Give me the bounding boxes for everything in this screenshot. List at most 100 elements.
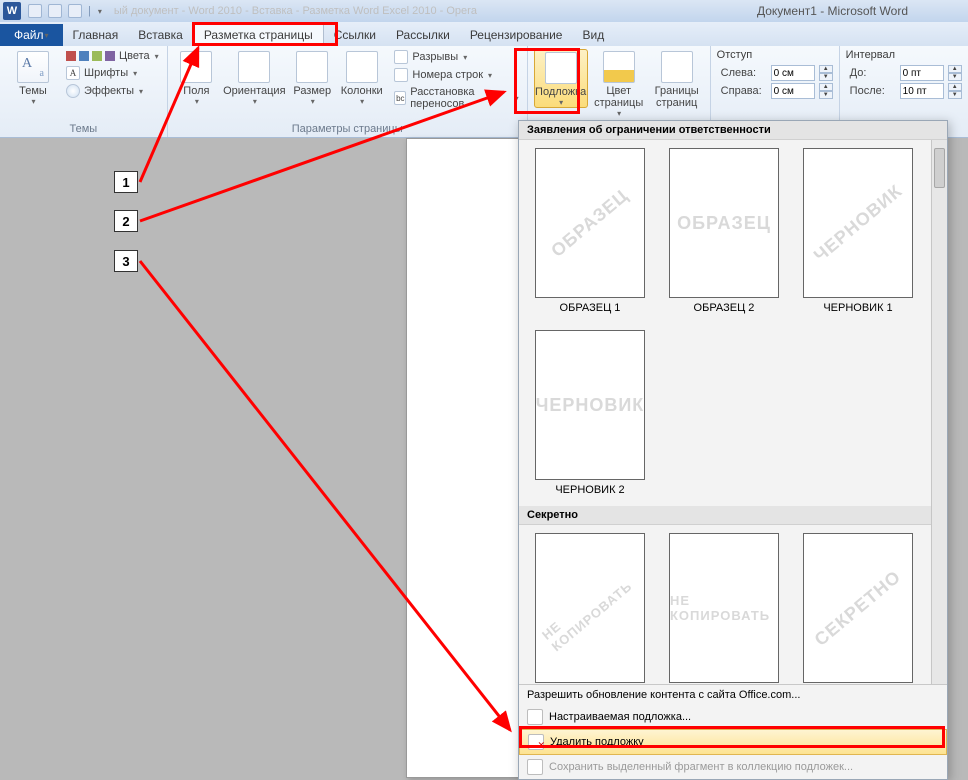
effects-label: Эффекты bbox=[84, 85, 134, 97]
spacing-before-label: До: bbox=[850, 67, 896, 79]
scrollbar-thumb[interactable] bbox=[934, 148, 945, 188]
footer-save-selection: Сохранить выделенный фрагмент в коллекци… bbox=[519, 755, 947, 779]
page-color-icon bbox=[603, 51, 635, 83]
columns-icon bbox=[346, 51, 378, 83]
save-selection-icon bbox=[527, 759, 543, 775]
columns-label: Колонки bbox=[341, 85, 383, 97]
wm-preview: ЧЕРНОВИК bbox=[810, 180, 907, 266]
group-page-setup: Поля▾ Ориентация▾ Размер▾ Колонки▾ Разры… bbox=[168, 46, 528, 137]
spacing-after-spinner[interactable]: ▲▼ bbox=[948, 83, 962, 99]
spacing-before-spinner[interactable]: ▲▼ bbox=[948, 65, 962, 81]
watermark-draft1[interactable]: ЧЕРНОВИК ЧЕРНОВИК 1 bbox=[799, 148, 917, 314]
page-borders-button[interactable]: Границы страниц bbox=[650, 49, 704, 109]
watermark-nocopy2[interactable]: НЕ КОПИРОВАТЬ НЕ КОПИРОВАТЬ 2 bbox=[665, 533, 783, 684]
redo-icon[interactable] bbox=[68, 4, 82, 18]
theme-effects-button[interactable]: Эффекты▾ bbox=[64, 83, 161, 99]
breaks-button[interactable]: Разрывы▾ bbox=[392, 49, 520, 65]
tab-file[interactable]: Файл ▾ bbox=[0, 24, 63, 46]
tab-references[interactable]: Ссылки bbox=[324, 24, 386, 46]
indent-left-spinner[interactable]: ▲▼ bbox=[819, 65, 833, 81]
indent-right-spinner[interactable]: ▲▼ bbox=[819, 83, 833, 99]
tab-mailings[interactable]: Рассылки bbox=[386, 24, 460, 46]
annotation-1: 1 bbox=[114, 171, 138, 193]
footer-save-label: Сохранить выделенный фрагмент в коллекци… bbox=[549, 761, 853, 773]
footer-custom-watermark[interactable]: Настраиваемая подложка... bbox=[519, 705, 947, 729]
chevron-down-icon: ▾ bbox=[45, 31, 49, 40]
title-bar: W | ▾ ый документ - Word 2010 - Вставка … bbox=[0, 0, 968, 22]
theme-colors-button[interactable]: Цвета▾ bbox=[64, 49, 161, 63]
group-themes-title: Темы bbox=[6, 123, 161, 135]
orientation-button[interactable]: Ориентация▾ bbox=[223, 49, 285, 106]
page-borders-icon bbox=[661, 51, 693, 83]
breaks-icon bbox=[394, 50, 408, 64]
watermark-draft2[interactable]: ЧЕРНОВИК ЧЕРНОВИК 2 bbox=[531, 330, 649, 496]
annotation-2: 2 bbox=[114, 210, 138, 232]
themes-button[interactable]: A a Темы ▾ bbox=[6, 49, 60, 106]
word-icon: W bbox=[3, 2, 21, 20]
wm-preview: СЕКРЕТНО bbox=[811, 566, 906, 650]
footer-remove-watermark[interactable]: ✕Удалить подложку bbox=[519, 729, 947, 755]
gallery-section-secret: Секретно bbox=[519, 506, 947, 525]
spacing-after-input[interactable] bbox=[900, 83, 944, 99]
thumb-label: ЧЕРНОВИК 2 bbox=[555, 484, 624, 496]
indent-left-input[interactable] bbox=[771, 65, 815, 81]
gallery-scroll: ОБРАЗЕЦ ОБРАЗЕЦ 1 ОБРАЗЕЦ ОБРАЗЕЦ 2 ЧЕРН… bbox=[519, 140, 947, 684]
wm-preview: ОБРАЗЕЦ bbox=[547, 185, 632, 261]
theme-fonts-button[interactable]: A Шрифты▾ bbox=[64, 65, 161, 81]
chevron-down-icon: ▾ bbox=[31, 97, 35, 106]
colors-label: Цвета bbox=[119, 50, 150, 62]
thumb-label: ОБРАЗЕЦ 1 bbox=[560, 302, 621, 314]
tab-view[interactable]: Вид bbox=[572, 24, 614, 46]
watermark-button[interactable]: Подложка▾ bbox=[534, 49, 588, 108]
watermark-nocopy1[interactable]: НЕ КОПИРОВАТЬ НЕ КОПИРОВАТЬ 1 bbox=[531, 533, 649, 684]
watermark-gallery: Заявления об ограничении ответственности… bbox=[518, 120, 948, 780]
wm-preview: НЕ КОПИРОВАТЬ bbox=[670, 593, 778, 623]
watermark-sample1[interactable]: ОБРАЗЕЦ ОБРАЗЕЦ 1 bbox=[531, 148, 649, 314]
tab-insert[interactable]: Вставка bbox=[128, 24, 193, 46]
tab-file-label: Файл bbox=[14, 28, 44, 42]
background-window-title: ый документ - Word 2010 - Вставка - Разм… bbox=[114, 5, 477, 17]
tab-page-layout[interactable]: Разметка страницы bbox=[193, 23, 324, 46]
wm-preview: НЕ КОПИРОВАТЬ bbox=[539, 562, 641, 654]
watermark-secret1[interactable]: СЕКРЕТНО СЕКРЕТНО 1 bbox=[799, 533, 917, 684]
group-page-setup-title: Параметры страницы bbox=[174, 123, 521, 135]
spacing-header: Интервал bbox=[846, 49, 962, 63]
fonts-label: Шрифты bbox=[84, 67, 128, 79]
page-color-button[interactable]: Цвет страницы▾ bbox=[592, 49, 646, 118]
quick-access-toolbar: | ▾ bbox=[28, 4, 102, 18]
undo-icon[interactable] bbox=[48, 4, 62, 18]
colors-icon bbox=[66, 51, 115, 61]
tab-review[interactable]: Рецензирование bbox=[460, 24, 573, 46]
indent-right-input[interactable] bbox=[771, 83, 815, 99]
gallery-scrollbar[interactable] bbox=[931, 140, 947, 684]
ribbon-tabs: Файл ▾ Главная Вставка Разметка страницы… bbox=[0, 22, 968, 46]
qat-separator: | bbox=[88, 5, 91, 17]
indent-left-label: Слева: bbox=[721, 67, 767, 79]
footer-update-label: Разрешить обновление контента с сайта Of… bbox=[527, 689, 800, 701]
page-color-label: Цвет страницы bbox=[592, 85, 646, 109]
line-numbers-button[interactable]: Номера строк▾ bbox=[392, 67, 520, 83]
spacing-after-label: После: bbox=[850, 85, 896, 97]
columns-button[interactable]: Колонки▾ bbox=[339, 49, 384, 106]
gallery-footer: Разрешить обновление контента с сайта Of… bbox=[519, 684, 947, 779]
hyphenation-button[interactable]: bcРасстановка переносов▾ bbox=[392, 85, 520, 111]
size-label: Размер bbox=[293, 85, 331, 97]
line-numbers-icon bbox=[394, 68, 408, 82]
annotation-3: 3 bbox=[114, 250, 138, 272]
orientation-icon bbox=[238, 51, 270, 83]
group-themes: A a Темы ▾ Цвета▾ A Шрифты▾ bbox=[0, 46, 168, 137]
margins-button[interactable]: Поля▾ bbox=[174, 49, 219, 106]
tab-home[interactable]: Главная bbox=[63, 24, 129, 46]
orientation-label: Ориентация bbox=[223, 85, 285, 97]
spacing-before-input[interactable] bbox=[900, 65, 944, 81]
qat-customize-icon[interactable]: ▾ bbox=[98, 7, 102, 16]
footer-allow-update[interactable]: Разрешить обновление контента с сайта Of… bbox=[519, 685, 947, 705]
watermark-sample2[interactable]: ОБРАЗЕЦ ОБРАЗЕЦ 2 bbox=[665, 148, 783, 314]
size-button[interactable]: Размер▾ bbox=[290, 49, 335, 106]
watermark-label: Подложка bbox=[535, 86, 586, 98]
save-icon[interactable] bbox=[28, 4, 42, 18]
wm-preview: ОБРАЗЕЦ bbox=[677, 213, 771, 234]
hyphenation-label: Расстановка переносов bbox=[410, 86, 509, 110]
custom-watermark-icon bbox=[527, 709, 543, 725]
themes-label: Темы bbox=[19, 85, 47, 97]
